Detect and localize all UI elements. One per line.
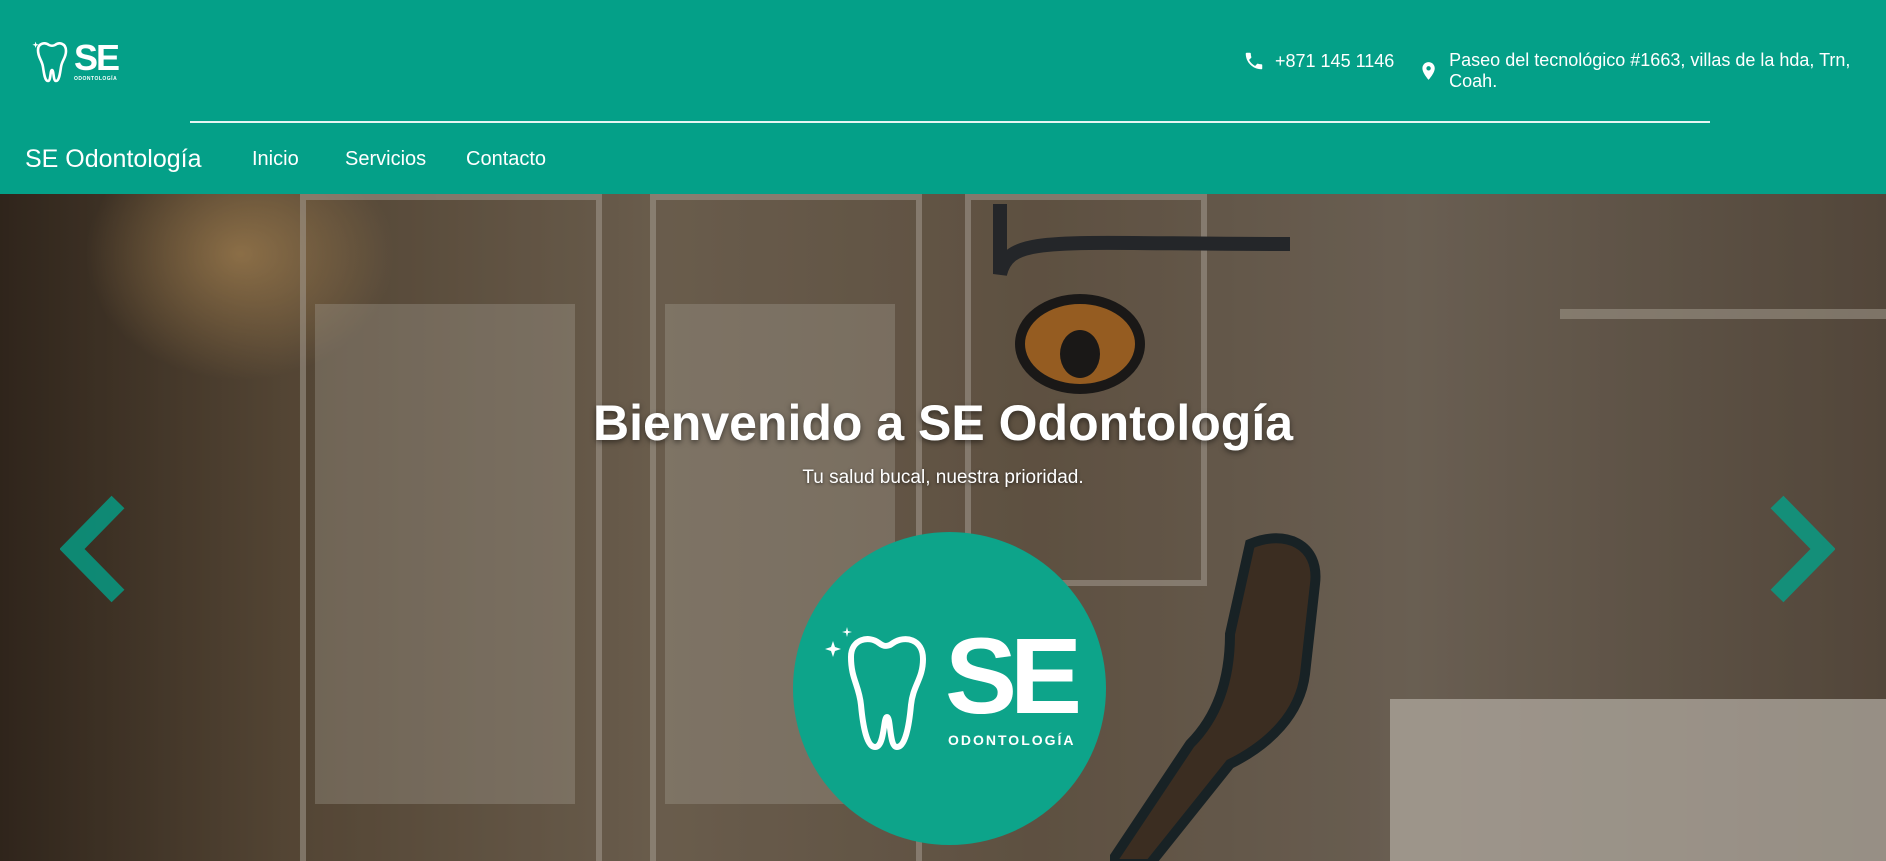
nav-inicio[interactable]: Inicio	[252, 148, 299, 171]
header-address[interactable]: Paseo del tecnológico #1663, villas de l…	[1418, 50, 1886, 92]
hero-carousel: Bienvenido a SE Odontología Tu salud buc…	[0, 194, 1886, 861]
brand-link[interactable]: SE Odontología	[25, 145, 202, 174]
phone-text: +871 145 1146	[1275, 50, 1395, 71]
nav-servicios[interactable]: Servicios	[345, 148, 426, 171]
hero-logo-mark: SE	[945, 615, 1082, 736]
hero-subtitle: Tu salud bucal, nuestra prioridad.	[802, 467, 1084, 488]
top-header: SE ODONTOLOGÍA +871 145 1146 Paseo del t…	[0, 0, 1886, 194]
address-text: Paseo del tecnológico #1663, villas de l…	[1449, 50, 1851, 91]
header-phone[interactable]: +871 145 1146	[1243, 50, 1394, 72]
hero-logo-subtitle: ODONTOLOGÍA	[948, 732, 1076, 748]
chevron-right-icon	[1770, 495, 1836, 603]
logo-mark: SE	[74, 37, 120, 78]
location-pin-icon	[1422, 62, 1435, 80]
tooth-icon	[32, 41, 68, 83]
hero-logo: SE ODONTOLOGÍA	[793, 532, 1106, 845]
carousel-prev-button[interactable]	[59, 494, 130, 604]
nav-contacto[interactable]: Contacto	[466, 148, 546, 171]
hero-title: Bienvenido a SE Odontología	[592, 395, 1294, 451]
header-logo[interactable]: SE ODONTOLOGÍA	[32, 37, 120, 86]
chevron-left-icon	[59, 495, 125, 603]
logo-subtitle: ODONTOLOGÍA	[74, 76, 118, 82]
header-divider	[190, 121, 1710, 123]
tooth-icon	[825, 627, 927, 751]
carousel-next-button[interactable]	[1765, 494, 1836, 604]
phone-icon	[1245, 52, 1263, 70]
